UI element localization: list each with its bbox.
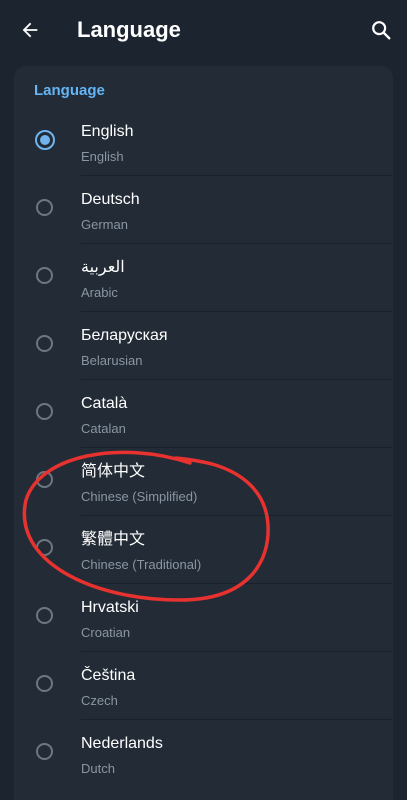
language-item[interactable]: Беларуская Belarusian	[14, 312, 393, 380]
radio-unselected-icon[interactable]	[36, 471, 53, 488]
language-subtitle: Arabic	[81, 285, 118, 300]
radio-unselected-icon[interactable]	[36, 267, 53, 284]
language-subtitle: Czech	[81, 693, 118, 708]
language-subtitle: German	[81, 217, 128, 232]
language-subtitle: Dutch	[81, 761, 115, 776]
language-settings-screen: Language Language English English Deutsch G…	[0, 0, 407, 800]
language-name: English	[81, 123, 134, 140]
language-item[interactable]: 繁體中文 Chinese (Traditional)	[14, 516, 393, 584]
language-item[interactable]: Català Catalan	[14, 380, 393, 448]
search-button[interactable]	[362, 12, 400, 48]
app-bar: Language	[0, 0, 407, 60]
language-item[interactable]: 简体中文 Chinese (Simplified)	[14, 448, 393, 516]
arrow-left-icon	[22, 22, 38, 38]
radio-unselected-icon[interactable]	[36, 403, 53, 420]
radio-unselected-icon[interactable]	[36, 743, 53, 760]
language-item[interactable]: Čeština Czech	[14, 652, 393, 720]
language-name: Čeština	[81, 667, 136, 684]
radio-selected-icon[interactable]	[35, 130, 55, 150]
language-item[interactable]: العربية Arabic	[14, 244, 393, 312]
language-card: Language English English Deutsch German العر…	[14, 66, 393, 800]
language-item[interactable]: Deutsch German	[14, 176, 393, 244]
language-name: Беларуская	[81, 327, 168, 344]
language-subtitle: Chinese (Traditional)	[81, 557, 202, 572]
language-name: 简体中文	[81, 463, 146, 480]
search-icon	[372, 21, 391, 40]
radio-unselected-icon[interactable]	[36, 539, 53, 556]
language-subtitle: Croatian	[81, 625, 131, 640]
language-name: العربية	[81, 259, 125, 276]
radio-unselected-icon[interactable]	[36, 335, 53, 352]
language-name: 繁體中文	[81, 531, 146, 548]
language-item[interactable]: Nederlands Dutch	[14, 720, 393, 788]
section-header: Language	[34, 82, 105, 99]
language-subtitle: English	[81, 149, 124, 164]
language-name: Nederlands	[81, 735, 163, 752]
language-subtitle: Catalan	[81, 421, 126, 436]
language-name: Deutsch	[81, 191, 140, 208]
radio-unselected-icon[interactable]	[36, 199, 53, 216]
language-name: Hrvatski	[81, 599, 139, 616]
radio-unselected-icon[interactable]	[36, 675, 53, 692]
page-title: Language	[77, 17, 181, 42]
radio-unselected-icon[interactable]	[36, 607, 53, 624]
language-item[interactable]: English English	[14, 108, 393, 176]
language-subtitle: Chinese (Simplified)	[81, 489, 198, 504]
language-name: Català	[81, 395, 128, 412]
back-button[interactable]	[10, 12, 50, 48]
language-list: English English Deutsch German العربية Arabic…	[14, 108, 393, 788]
language-subtitle: Belarusian	[81, 353, 143, 368]
language-item[interactable]: Hrvatski Croatian	[14, 584, 393, 652]
